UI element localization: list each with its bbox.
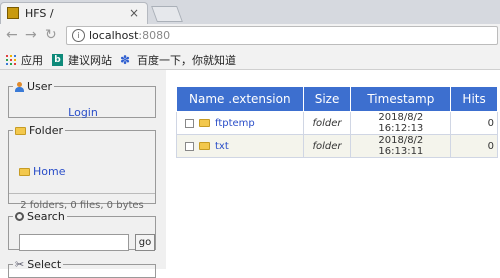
scissors-icon: ✂ bbox=[15, 258, 25, 271]
name-cell: ftptemp bbox=[176, 111, 304, 135]
bookmark-apps[interactable]: 应用 bbox=[6, 52, 43, 68]
size-cell: folder bbox=[302, 134, 352, 158]
user-legend-label: User bbox=[27, 80, 53, 93]
user-icon bbox=[15, 81, 24, 92]
hits-cell: 0 bbox=[450, 111, 498, 135]
select-legend: ✂ Select bbox=[13, 258, 63, 271]
hits-cell: 0 bbox=[450, 134, 498, 158]
size-cell: folder bbox=[302, 111, 352, 135]
bookmark-label: 建议网站 bbox=[68, 54, 112, 67]
name-cell: txt bbox=[176, 134, 304, 158]
timestamp-cell: 2018/8/2 16:12:13 bbox=[350, 111, 452, 135]
column-header-hits[interactable]: Hits bbox=[450, 86, 498, 112]
user-legend: User bbox=[13, 80, 54, 93]
paw-icon: ✽ bbox=[120, 53, 131, 67]
bookmarks-bar: 应用 b 建议网站 ✽ 百度一下，你就知道 bbox=[0, 48, 500, 70]
files-table: Name .extension Size Timestamp Hits ftpt… bbox=[176, 86, 498, 158]
folder-box: Folder Home 2 folders, 0 files, 0 bytes bbox=[8, 124, 156, 211]
address-host: localhost bbox=[89, 29, 139, 42]
bookmark-label: 应用 bbox=[21, 54, 43, 67]
search-box: Search go bbox=[8, 210, 156, 251]
select-box: ✂ Select bbox=[8, 258, 156, 278]
user-box: User Login bbox=[8, 80, 157, 119]
column-header-size[interactable]: Size bbox=[302, 86, 352, 112]
folder-icon bbox=[199, 142, 210, 150]
apps-grid-icon bbox=[6, 55, 16, 65]
home-label: Home bbox=[33, 165, 66, 178]
tab-hfs[interactable]: HFS / × bbox=[0, 2, 148, 24]
new-tab-button[interactable] bbox=[151, 6, 183, 22]
search-legend-label: Search bbox=[27, 210, 65, 223]
bookmark-suggested-sites[interactable]: b 建议网站 bbox=[52, 52, 112, 68]
folder-icon bbox=[15, 126, 26, 135]
file-link[interactable]: ftptemp bbox=[215, 118, 255, 129]
search-icon bbox=[15, 212, 24, 221]
home-link[interactable]: Home bbox=[19, 165, 65, 178]
row-checkbox[interactable] bbox=[185, 118, 194, 128]
table-row: ftptemp folder 2018/8/2 16:12:13 0 bbox=[176, 111, 498, 135]
address-bar[interactable]: i localhost:8080 bbox=[66, 26, 498, 45]
table-row: txt folder 2018/8/2 16:13:11 0 bbox=[176, 134, 498, 158]
home-folder-icon bbox=[19, 167, 30, 176]
address-url: localhost:8080 bbox=[89, 29, 170, 42]
bookmark-baidu[interactable]: ✽ 百度一下，你就知道 bbox=[120, 52, 236, 68]
hfs-favicon-icon bbox=[7, 7, 19, 19]
login-link[interactable]: Login bbox=[9, 106, 157, 119]
tab-title: HFS / bbox=[25, 7, 54, 20]
info-icon[interactable]: i bbox=[72, 29, 85, 42]
sidebar: User Login Folder Home 2 folders, 0 file… bbox=[0, 70, 166, 278]
folder-legend: Folder bbox=[13, 124, 65, 137]
search-legend: Search bbox=[13, 210, 67, 223]
folder-stats: 2 folders, 0 files, 0 bytes bbox=[9, 193, 155, 211]
bookmark-label: 百度一下，你就知道 bbox=[137, 54, 236, 67]
go-button[interactable]: go bbox=[135, 234, 155, 251]
folder-legend-label: Folder bbox=[29, 124, 63, 137]
column-header-timestamp[interactable]: Timestamp bbox=[350, 86, 452, 112]
bing-icon: b bbox=[52, 54, 63, 66]
forward-arrow-icon[interactable]: → bbox=[25, 27, 37, 43]
column-header-name[interactable]: Name .extension bbox=[176, 86, 304, 112]
folder-icon bbox=[199, 119, 210, 127]
close-icon[interactable]: × bbox=[129, 6, 139, 20]
row-checkbox[interactable] bbox=[185, 141, 194, 151]
browser-toolbar: ← → ↻ i localhost:8080 bbox=[0, 24, 500, 48]
reload-icon[interactable]: ↻ bbox=[45, 27, 57, 43]
timestamp-cell: 2018/8/2 16:13:11 bbox=[350, 134, 452, 158]
tab-strip: HFS / × bbox=[0, 0, 500, 24]
file-link[interactable]: txt bbox=[215, 141, 229, 152]
search-input[interactable] bbox=[19, 234, 129, 251]
select-legend-label: Select bbox=[27, 258, 62, 271]
back-arrow-icon[interactable]: ← bbox=[6, 27, 18, 43]
address-port: :8080 bbox=[138, 29, 171, 42]
